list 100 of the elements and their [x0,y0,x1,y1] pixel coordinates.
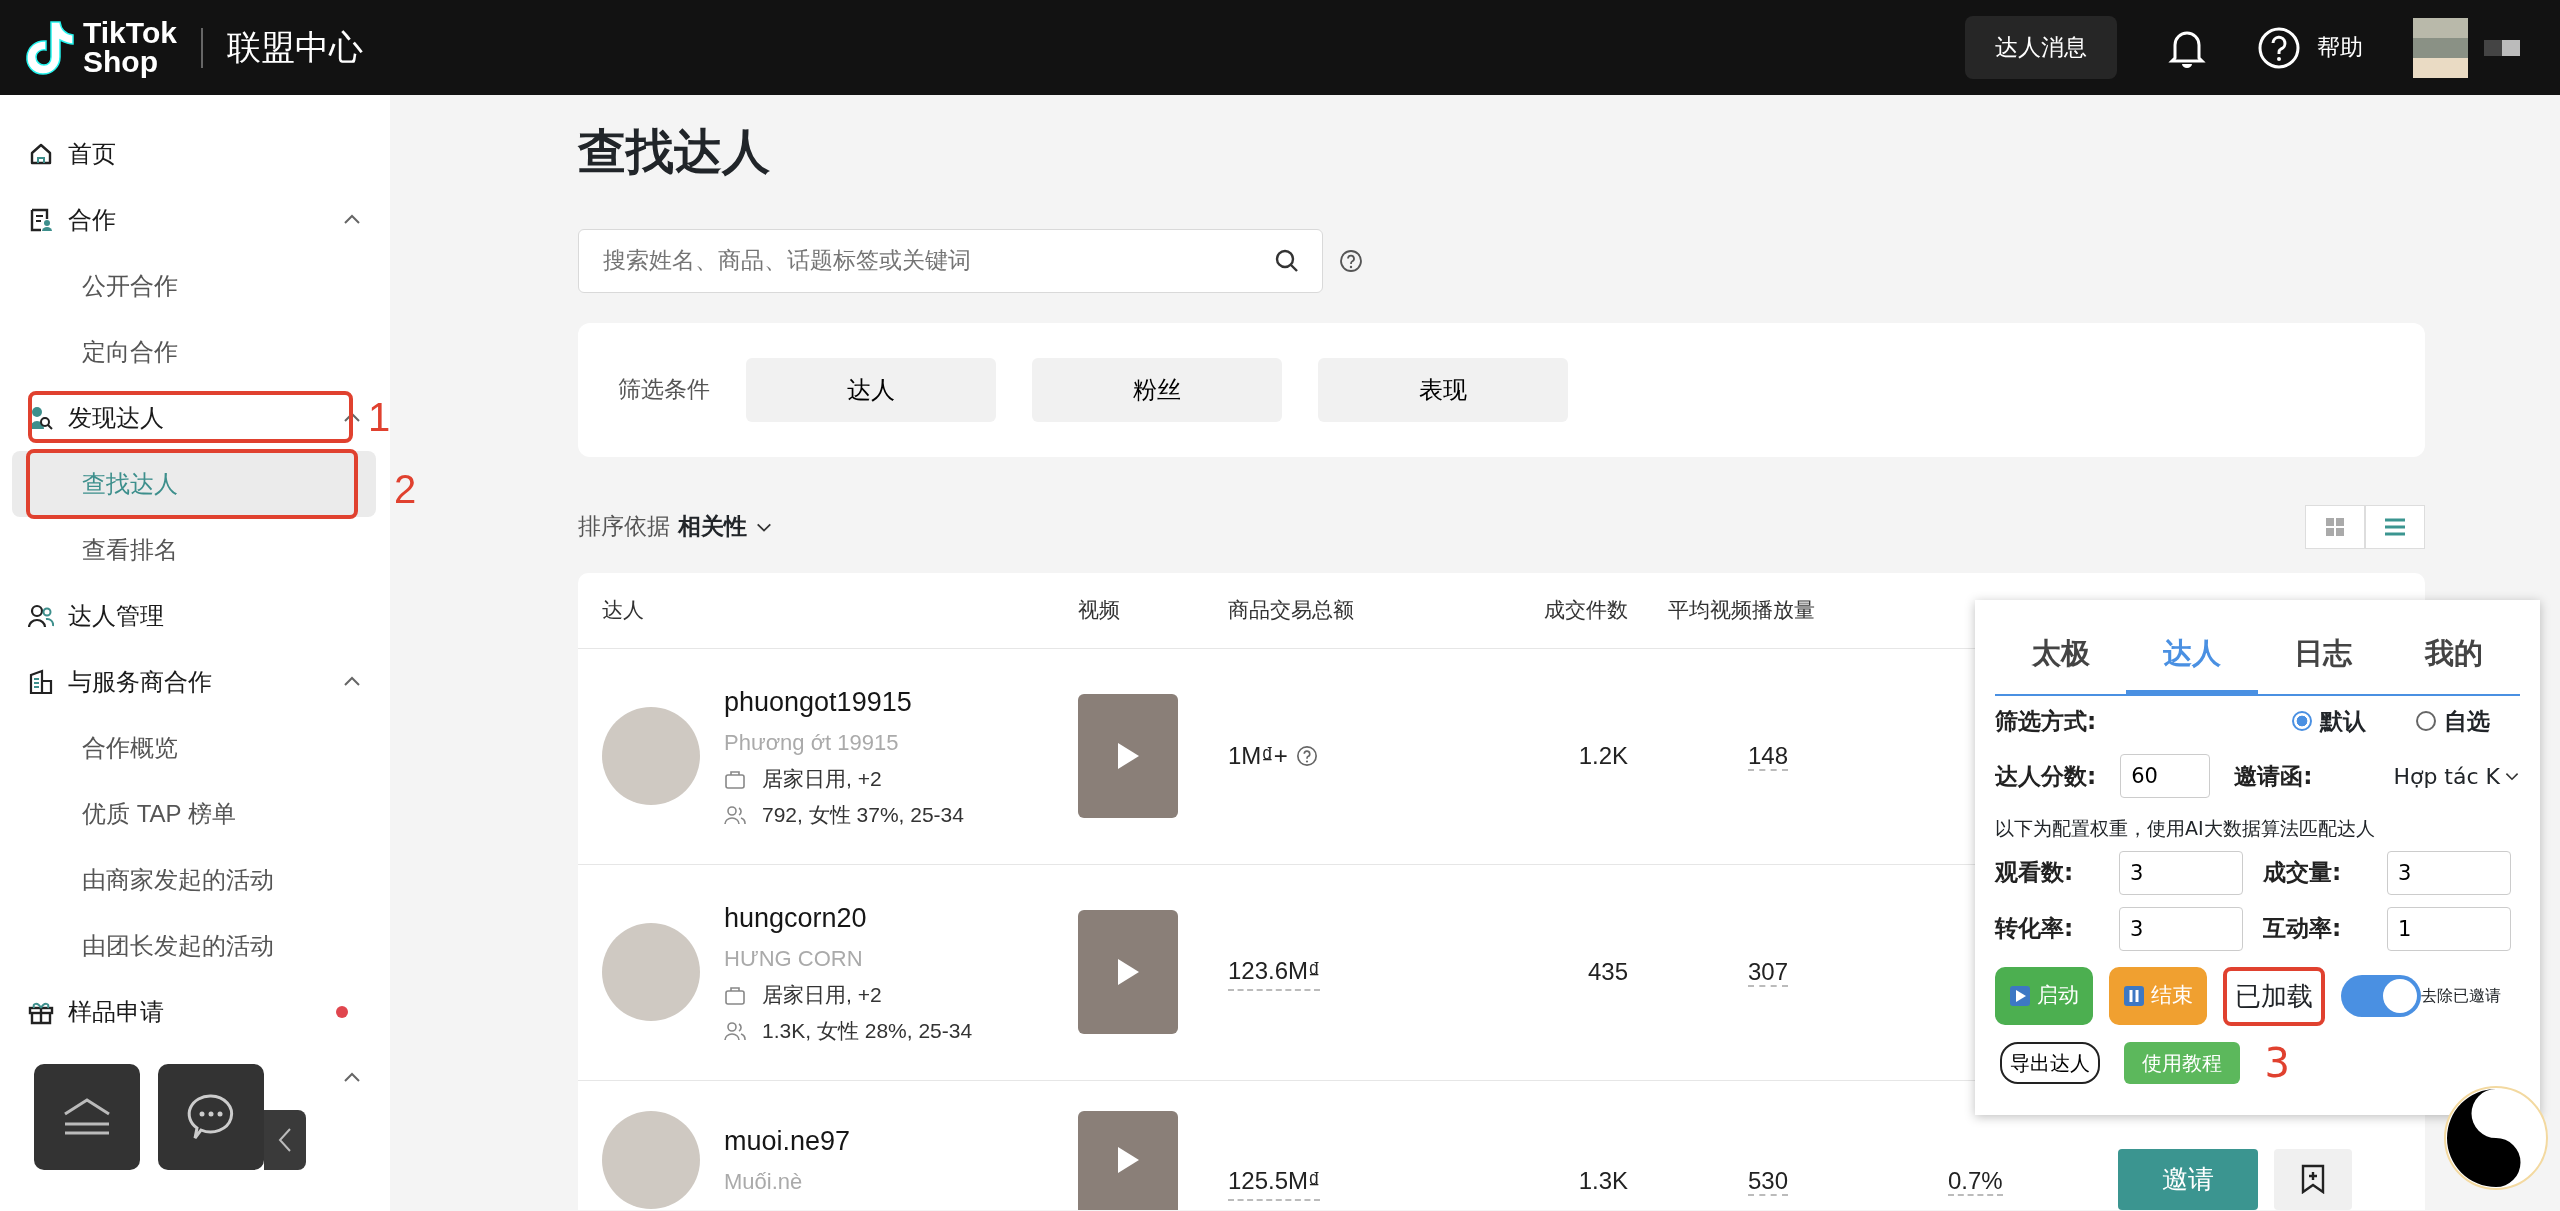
sidebar-subitem[interactable]: 由商家发起的活动 [12,847,376,913]
sidebar-item[interactable]: 达人管理 [0,583,390,649]
weight-field[interactable]: 1 [2387,906,2511,951]
help-icon[interactable] [1339,248,1363,273]
sidebar-subitem[interactable]: 合作概览 [12,715,376,781]
home-icon [28,141,54,167]
building-icon [28,669,54,695]
sort-dropdown[interactable]: 相关性 [678,509,773,544]
play-icon [1115,741,1141,772]
items-sold: 1.2K [1578,742,1628,770]
toggle-label: 去除已邀请 [2421,985,2501,1007]
filter-button[interactable]: 表现 [1318,357,1568,422]
logo-icon[interactable] [25,19,75,76]
play-icon [1115,957,1141,988]
panel-tab[interactable]: 我的 [2388,610,2520,696]
filter-button[interactable]: 达人 [746,357,996,422]
info-icon[interactable] [1295,745,1318,768]
weight-label: 互动率: [2263,914,2343,944]
radio-option[interactable]: 默认 [2292,703,2366,738]
search-icon[interactable] [1274,247,1300,274]
panel-tab[interactable]: 太极 [1995,610,2127,696]
score-field[interactable]: 60 [2120,754,2211,798]
weight-field[interactable]: 3 [2387,850,2511,895]
rate-value: 0.7% [1948,1166,2003,1196]
column-header: 商品交易总额 [1228,598,1354,622]
people-icon [724,1019,746,1042]
video-thumbnail[interactable] [1078,694,1178,819]
avg-views: 148 [1748,742,1789,772]
search-bar[interactable]: 搜索姓名、商品、话题标签或关键词 [578,228,1323,293]
messages-button[interactable]: 达人消息 [1965,16,2117,79]
items-sold: 1.3K [1578,1166,1628,1194]
gmv-value: 1M₫+ [1228,741,1288,772]
weight-label: 观看数: [1995,858,2075,888]
sidebar-subitem[interactable]: 定向合作 [12,319,376,385]
filter-button[interactable]: 粉丝 [1032,357,1282,422]
score-label: 达人分数: [1995,761,2097,791]
creator-name: HƯNG CORN [724,945,864,974]
annotation-number: 2 [394,469,417,509]
help-icon[interactable] [2257,25,2301,70]
description-text: 以下为配置权重，使用AI大数据算法匹配达人 [1995,816,2376,841]
creator-handle[interactable]: hungcorn20 [724,897,973,939]
chat-button[interactable] [158,1064,264,1170]
sidebar-item[interactable]: 样品申请 [0,979,390,1045]
sidebar-subitem[interactable]: 查看排名 [12,517,376,583]
panel-tab[interactable]: 日志 [2257,610,2389,696]
video-thumbnail[interactable] [1078,910,1178,1035]
sidebar-subitem[interactable]: 优质 TAP 榜单 [12,781,376,847]
video-thumbnail[interactable] [1078,1110,1178,1210]
annotation-number: 1 [368,397,391,437]
gmv-value: 123.6M₫ [1228,953,1321,992]
export-button[interactable]: 导出达人 [2000,1041,2100,1084]
invitation-select[interactable]: Hợp tác K [2393,759,2520,793]
creator-handle[interactable]: phuongot19915 [724,681,964,723]
list-view-button[interactable] [2365,504,2425,549]
account-name-placeholder [2484,39,2520,56]
people-icon [724,803,746,826]
list-icon [2384,517,2406,536]
toggle-switch[interactable] [2341,975,2421,1017]
sidebar-item[interactable]: 首页 [0,121,390,187]
people-icon [28,603,54,629]
avg-views: 530 [1748,1166,1789,1196]
logo-text: Shop [83,47,159,76]
weight-field[interactable]: 3 [2119,906,2243,951]
items-sold: 435 [1587,958,1628,986]
document-icon [28,207,54,233]
creator-name: Phương ớt 19915 [724,729,900,758]
filter-label: 筛选条件 [618,375,710,405]
collapse-tool-button[interactable] [34,1064,140,1170]
column-header: 成交件数 [1544,598,1628,622]
radio-option[interactable]: 自选 [2416,703,2490,738]
annotation-number: 3 [2264,1042,2291,1083]
sidebar-subitem[interactable]: 公开合作 [12,253,376,319]
creator-handle[interactable]: muoi.ne97 [724,1120,851,1162]
creator-name: Muối.nè [724,1168,804,1197]
column-header: 平均视频播放量 [1668,598,1815,622]
help-link[interactable]: 帮助 [2317,30,2363,65]
audience-text: 1.3K, 女性 28%, 25-34 [762,1017,973,1044]
sidebar-item[interactable]: 发现达人 1 [0,385,390,451]
play-icon [1115,1145,1141,1176]
category-text: 居家日用, +2 [762,982,882,1009]
collapse-button[interactable] [264,1110,306,1170]
sort-label: 排序依据 [578,512,670,542]
category-text: 居家日用, +2 [762,766,882,793]
sidebar-item[interactable]: 合作 [0,187,390,253]
sidebar-item[interactable]: 与服务商合作 [0,649,390,715]
bookmark-button[interactable] [2274,1148,2352,1210]
grid-icon [2325,516,2345,537]
weight-field[interactable]: 3 [2119,850,2243,895]
play-icon [2009,985,2031,1007]
invite-button[interactable]: 邀请 [2118,1148,2258,1210]
column-header: 达人 [602,598,644,622]
yin-yang-icon[interactable] [2443,1085,2549,1191]
logo-text: TikTok [83,19,177,48]
status-text: 已加载 [2235,979,2313,1013]
column-header: 视频 [1078,598,1120,622]
audience-text: 792, 女性 37%, 25-34 [762,801,964,828]
eject-icon [62,1097,112,1137]
bag-icon [724,984,746,1007]
avg-views: 307 [1748,958,1789,988]
sidebar-subitem[interactable]: 由团长发起的活动 [12,913,376,979]
